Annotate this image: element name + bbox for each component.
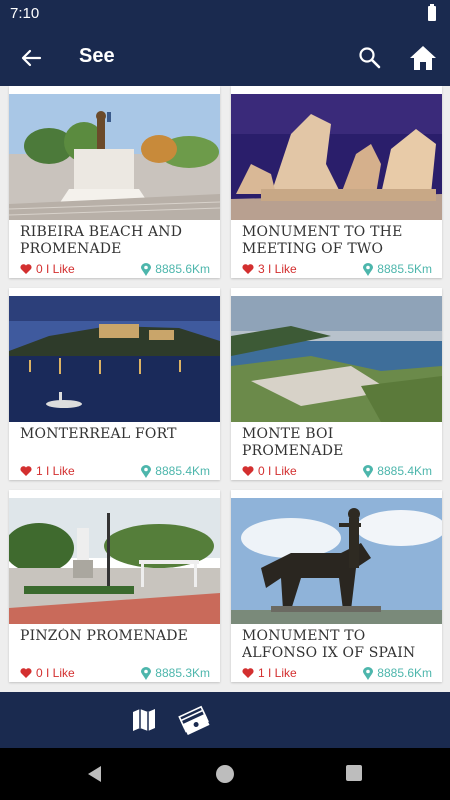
likes-count: 0 I Like bbox=[242, 464, 297, 478]
distance-label: 8885.4Km bbox=[377, 464, 432, 478]
place-card[interactable]: MONTE BOI PROMENADE 0 I Like 8885.4Km bbox=[231, 288, 442, 480]
likes-label: 3 I Like bbox=[258, 262, 297, 276]
nav-home-icon[interactable] bbox=[216, 765, 234, 783]
place-card[interactable]: RIBEIRA BEACH AND PROMENADE 0 I Like 888… bbox=[9, 86, 220, 278]
park-statue-photo bbox=[9, 498, 220, 624]
fort-harbor-night-photo bbox=[9, 296, 220, 422]
page-title: See bbox=[79, 45, 115, 67]
home-button[interactable] bbox=[407, 42, 439, 74]
place-card[interactable]: MONUMENT TO THE MEETING OF TWO 3 I Like … bbox=[231, 86, 442, 278]
location-pin-icon bbox=[141, 464, 152, 478]
app-bar: See bbox=[0, 28, 450, 86]
location-pin-icon bbox=[363, 464, 374, 478]
heart-icon bbox=[242, 264, 254, 274]
place-title: MONTE BOI PROMENADE bbox=[242, 426, 344, 459]
distance: 8885.5Km bbox=[363, 262, 432, 276]
status-bar: 7:10 bbox=[0, 0, 450, 28]
heart-icon bbox=[20, 466, 32, 476]
location-pin-icon bbox=[363, 262, 374, 276]
distance-label: 8885.3Km bbox=[155, 666, 210, 680]
distance-label: 8885.6Km bbox=[377, 666, 432, 680]
likes-count: 0 I Like bbox=[20, 262, 75, 276]
place-card[interactable]: PINZÓN PROMENADE 0 I Like 8885.3Km bbox=[9, 490, 220, 682]
places-grid: RIBEIRA BEACH AND PROMENADE 0 I Like 888… bbox=[0, 86, 450, 692]
place-title: MONUMENT TO ALFONSO IX OF SPAIN bbox=[242, 628, 416, 661]
arrow-back-icon bbox=[21, 49, 42, 67]
distance: 8885.6Km bbox=[363, 666, 432, 680]
search-button[interactable] bbox=[355, 43, 385, 73]
map-button[interactable] bbox=[131, 707, 157, 733]
place-card[interactable]: MONTERREAL FORT 1 I Like 8885.4Km bbox=[9, 288, 220, 480]
heart-icon bbox=[242, 668, 254, 678]
money-button[interactable] bbox=[178, 705, 210, 736]
place-title: RIBEIRA BEACH AND PROMENADE bbox=[20, 224, 183, 257]
nav-recents-icon[interactable] bbox=[346, 765, 362, 781]
likes-label: 0 I Like bbox=[258, 464, 297, 478]
heart-icon bbox=[20, 668, 32, 678]
place-title: MONTERREAL FORT bbox=[20, 426, 177, 442]
likes-label: 0 I Like bbox=[36, 666, 75, 680]
statue-with-trees-photo bbox=[9, 94, 220, 220]
likes-count: 1 I Like bbox=[242, 666, 297, 680]
map-icon bbox=[133, 709, 155, 731]
location-pin-icon bbox=[141, 666, 152, 680]
likes-label: 1 I Like bbox=[36, 464, 75, 478]
money-icon bbox=[178, 705, 210, 736]
heart-icon bbox=[20, 264, 32, 274]
distance: 8885.4Km bbox=[141, 464, 210, 478]
place-card[interactable]: MONUMENT TO ALFONSO IX OF SPAIN 1 I Like… bbox=[231, 490, 442, 682]
battery-icon bbox=[428, 4, 436, 21]
distance-label: 8885.6Km bbox=[155, 262, 210, 276]
coastal-cliffs-photo bbox=[231, 296, 442, 422]
distance-label: 8885.5Km bbox=[377, 262, 432, 276]
distance: 8885.3Km bbox=[141, 666, 210, 680]
likes-count: 3 I Like bbox=[242, 262, 297, 276]
likes-count: 1 I Like bbox=[20, 464, 75, 478]
heart-icon bbox=[242, 466, 254, 476]
place-title: PINZÓN PROMENADE bbox=[20, 628, 189, 644]
distance-label: 8885.4Km bbox=[155, 464, 210, 478]
distance: 8885.4Km bbox=[363, 464, 432, 478]
stone-sculpture-photo bbox=[231, 94, 442, 220]
horse-statue-photo bbox=[231, 498, 442, 624]
distance: 8885.6Km bbox=[141, 262, 210, 276]
home-icon bbox=[410, 46, 436, 70]
likes-label: 0 I Like bbox=[36, 262, 75, 276]
place-title: MONUMENT TO THE MEETING OF TWO bbox=[242, 224, 403, 257]
status-time: 7:10 bbox=[10, 5, 40, 22]
nav-back-icon[interactable] bbox=[86, 765, 104, 783]
bottom-bar bbox=[0, 692, 450, 748]
search-icon bbox=[359, 47, 381, 69]
back-button[interactable] bbox=[16, 43, 46, 73]
location-pin-icon bbox=[363, 666, 374, 680]
likes-count: 0 I Like bbox=[20, 666, 75, 680]
location-pin-icon bbox=[141, 262, 152, 276]
system-nav-bar bbox=[0, 748, 450, 800]
likes-label: 1 I Like bbox=[258, 666, 297, 680]
